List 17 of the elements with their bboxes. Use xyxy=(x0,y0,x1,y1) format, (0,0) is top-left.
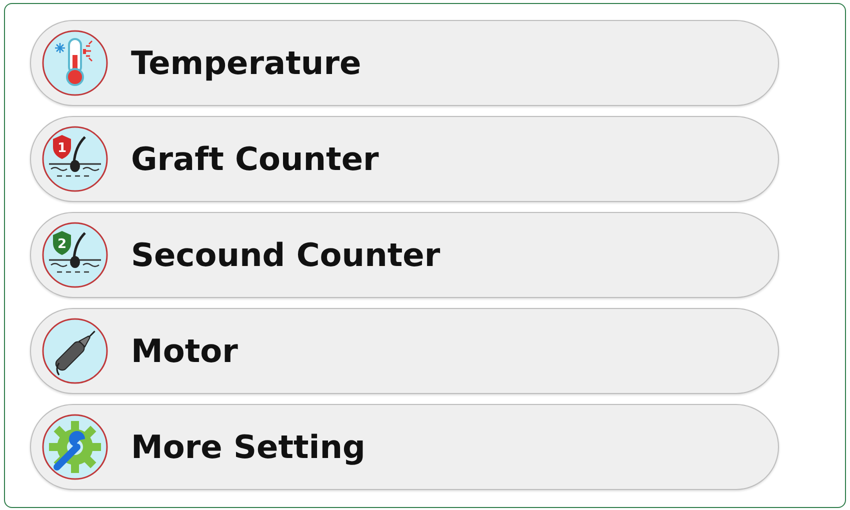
menu-label: Temperature xyxy=(131,43,362,84)
handpiece-icon xyxy=(41,317,109,385)
menu-label: Motor xyxy=(131,331,238,372)
shield-number: 1 xyxy=(57,141,67,156)
shield-number: 2 xyxy=(57,237,67,252)
menu-label: More Setting xyxy=(131,427,366,468)
wrench-gear-icon xyxy=(41,413,109,481)
thermometer-icon xyxy=(41,29,109,97)
menu-button[interactable]: Temperature xyxy=(30,20,779,106)
menu-label: Secound Counter xyxy=(131,235,440,276)
menu-button[interactable]: Motor xyxy=(30,308,779,394)
menu-button[interactable]: More Setting xyxy=(30,404,779,490)
menu-button[interactable]: 2 Secound Counter xyxy=(30,212,779,298)
menu-label: Graft Counter xyxy=(131,139,379,180)
hair-follicle-drawing xyxy=(49,136,101,177)
menu-button[interactable]: 1 Graft Counter xyxy=(30,116,779,202)
hair-follicle-drawing xyxy=(49,232,101,273)
